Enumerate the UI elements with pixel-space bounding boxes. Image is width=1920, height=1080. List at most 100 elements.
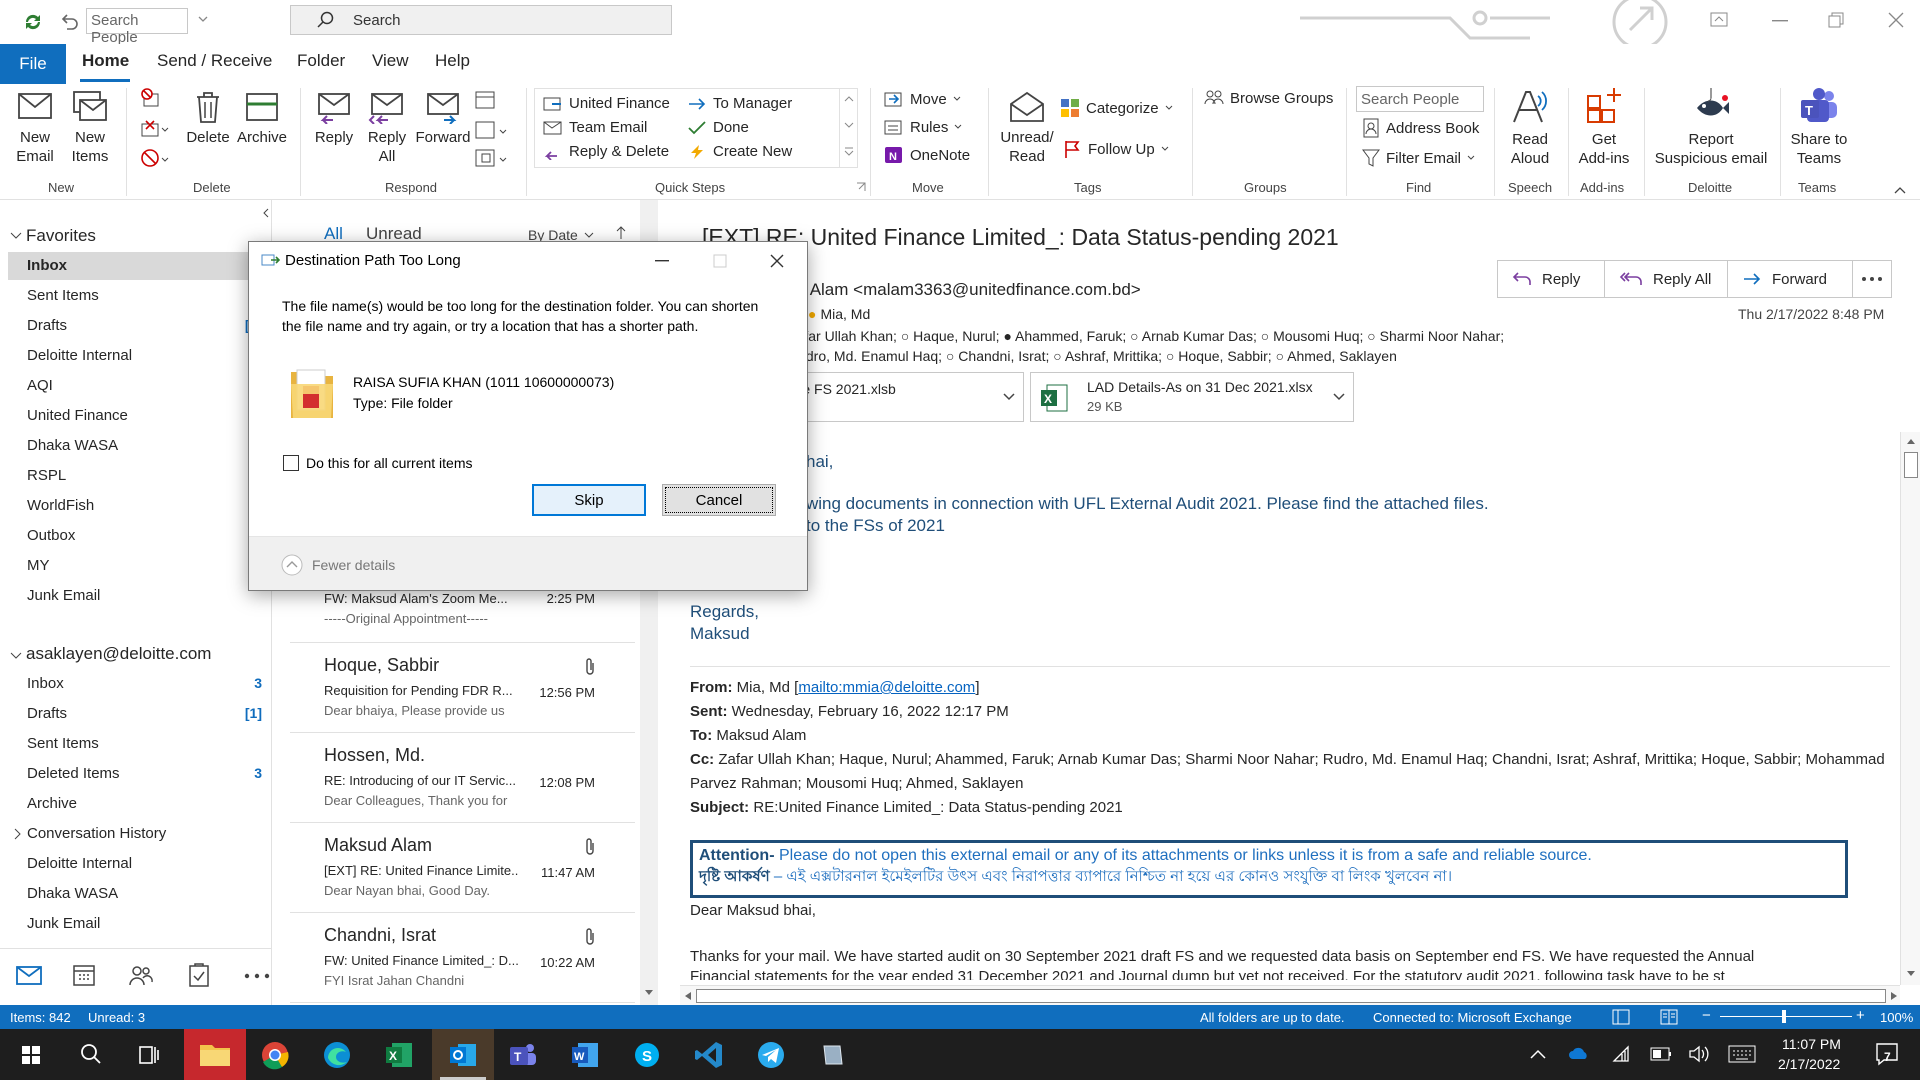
- chevron-down-icon[interactable]: [10, 652, 22, 660]
- favorite-item[interactable]: Deloitte Internal: [8, 342, 262, 370]
- close-window-icon[interactable]: [1888, 12, 1904, 28]
- chevron-up-icon[interactable]: [1530, 1049, 1546, 1059]
- scroll-thumb[interactable]: [1904, 452, 1918, 478]
- mailto-link[interactable]: mailto:mmia@deloitte.com: [798, 679, 975, 696]
- dialog-launcher-icon[interactable]: [856, 182, 866, 192]
- address-book-button[interactable]: Address Book: [1362, 118, 1479, 138]
- tab-home[interactable]: Home: [82, 51, 129, 71]
- unread-read-button[interactable]: Unread/ Read: [996, 90, 1058, 166]
- apply-all-label[interactable]: Do this for all current items: [306, 455, 473, 471]
- quick-step-to-manager[interactable]: To Manager: [687, 95, 792, 112]
- app-icon[interactable]: [816, 1038, 850, 1072]
- reading-scrollbar[interactable]: [1900, 432, 1920, 985]
- onenote-button[interactable]: N OneNote: [884, 146, 970, 164]
- tab-send-receive[interactable]: Send / Receive: [157, 51, 272, 71]
- account-folder-item[interactable]: Conversation History: [8, 820, 262, 848]
- quick-step-team-email[interactable]: Team Email: [543, 119, 647, 136]
- more-actions-button[interactable]: [1852, 260, 1892, 298]
- quick-step-done[interactable]: Done: [687, 119, 749, 136]
- calendar-icon[interactable]: [72, 963, 96, 987]
- scroll-down-icon[interactable]: [644, 989, 654, 997]
- tasks-icon[interactable]: [188, 963, 210, 987]
- word-icon[interactable]: W: [568, 1038, 602, 1072]
- favorite-item[interactable]: Junk Email: [8, 582, 262, 610]
- h-scroll-thumb[interactable]: [696, 989, 1886, 1003]
- message-row[interactable]: Hossen, Md. RE: Introducing of our IT Ser…: [290, 733, 635, 823]
- meeting-reply-icon[interactable]: [474, 90, 504, 112]
- horizontal-scrollbar[interactable]: [680, 985, 1900, 1005]
- sort-direction-icon[interactable]: [616, 226, 626, 240]
- message-row[interactable]: Hoque, Sabbir Requisition for Pending FDR…: [290, 643, 635, 733]
- zoom-thumb[interactable]: [1782, 1010, 1786, 1023]
- reply-button[interactable]: Reply: [308, 90, 360, 147]
- favorites-header[interactable]: Favorites: [26, 226, 96, 246]
- rules-button[interactable]: Rules: [884, 118, 962, 136]
- windows-start-icon[interactable]: [14, 1038, 48, 1072]
- wifi-icon[interactable]: [1612, 1045, 1632, 1063]
- favorite-item[interactable]: AQI: [8, 372, 262, 400]
- quick-step-united-finance[interactable]: United Finance: [543, 95, 670, 112]
- get-addins-button[interactable]: Get Add-ins: [1574, 86, 1634, 168]
- task-view-icon[interactable]: [132, 1038, 166, 1072]
- cancel-button[interactable]: Cancel: [662, 484, 776, 516]
- message-row[interactable]: Chandni, Israt FW: United Finance Limited…: [290, 913, 635, 1003]
- volume-icon[interactable]: [1688, 1045, 1710, 1063]
- browse-groups-button[interactable]: Browse Groups: [1204, 88, 1333, 108]
- restore-icon[interactable]: [1828, 12, 1844, 28]
- collapse-details-icon[interactable]: [281, 554, 303, 576]
- sender-line[interactable]: ksud Alam <malam3363@unitedfinance.com.b…: [770, 280, 1141, 300]
- chrome-icon[interactable]: [258, 1038, 292, 1072]
- zoom-in-icon[interactable]: +: [1856, 1007, 1865, 1024]
- favorite-item[interactable]: MY: [8, 552, 262, 580]
- reply-all-button[interactable]: Reply All: [1604, 260, 1728, 298]
- telegram-icon[interactable]: [754, 1038, 788, 1072]
- filter-email-button[interactable]: Filter Email: [1362, 148, 1475, 168]
- vscode-icon[interactable]: [692, 1038, 726, 1072]
- clock-time[interactable]: 11:07 PM: [1782, 1036, 1841, 1052]
- account-folder-item[interactable]: Deleted Items 3: [8, 760, 262, 788]
- favorite-item[interactable]: Drafts[1]: [8, 312, 262, 340]
- quick-search-people[interactable]: Search People: [86, 8, 188, 46]
- zoom-out-icon[interactable]: −: [1702, 1007, 1711, 1024]
- categorize-button[interactable]: Categorize: [1060, 98, 1173, 118]
- report-suspicious-button[interactable]: Report Suspicious email: [1650, 86, 1772, 168]
- edge-icon[interactable]: [320, 1038, 354, 1072]
- undo-icon[interactable]: [58, 11, 80, 33]
- minimize-icon[interactable]: [655, 260, 669, 262]
- file-explorer-active[interactable]: [184, 1029, 246, 1080]
- reply-button[interactable]: Reply: [1497, 260, 1605, 298]
- quick-step-reply-delete[interactable]: Reply & Delete: [543, 143, 669, 160]
- scroll-up-icon[interactable]: [1906, 438, 1916, 446]
- account-folder-item[interactable]: Dhaka WASA: [8, 880, 262, 908]
- zoom-level[interactable]: 100%: [1880, 1010, 1913, 1025]
- skype-icon[interactable]: S: [630, 1038, 664, 1072]
- tab-view[interactable]: View: [372, 51, 409, 71]
- favorite-item[interactable]: RSPL: [8, 462, 262, 490]
- people-icon[interactable]: [128, 963, 154, 987]
- forward-button[interactable]: Forward: [414, 90, 472, 147]
- more-respond-icon[interactable]: [474, 148, 510, 170]
- account-folder-item[interactable]: Sent Items: [8, 730, 262, 758]
- search-icon[interactable]: [74, 1038, 108, 1072]
- share-teams-button[interactable]: T Share to Teams: [1786, 86, 1852, 168]
- archive-button[interactable]: Archive: [236, 90, 288, 147]
- apply-all-checkbox[interactable]: [283, 455, 299, 471]
- account-folder-item[interactable]: Archive: [8, 790, 262, 818]
- zoom-slider[interactable]: [1720, 1016, 1852, 1017]
- more-apps-icon[interactable]: [244, 973, 270, 979]
- scroll-left-icon[interactable]: [684, 991, 692, 1001]
- move-button[interactable]: Move: [884, 90, 961, 108]
- tab-file[interactable]: File: [0, 44, 66, 84]
- favorite-item[interactable]: Outbox: [8, 522, 262, 550]
- new-items-button[interactable]: New Items: [66, 90, 114, 166]
- reply-all-button[interactable]: Reply All: [362, 90, 412, 166]
- favorite-item[interactable]: WorldFish: [8, 492, 262, 520]
- account-folder-item[interactable]: Inbox 3: [8, 670, 262, 698]
- chevron-down-icon[interactable]: [584, 232, 594, 240]
- close-icon[interactable]: [769, 253, 785, 269]
- chevron-right-icon[interactable]: [14, 828, 22, 840]
- scroll-right-icon[interactable]: [1890, 991, 1898, 1001]
- scroll-down-icon[interactable]: [1906, 970, 1916, 978]
- collapse-ribbon-icon[interactable]: [1894, 186, 1906, 194]
- list-item[interactable]: FW: Maksud Alam's Zoom Me... -----Origin…: [290, 583, 635, 643]
